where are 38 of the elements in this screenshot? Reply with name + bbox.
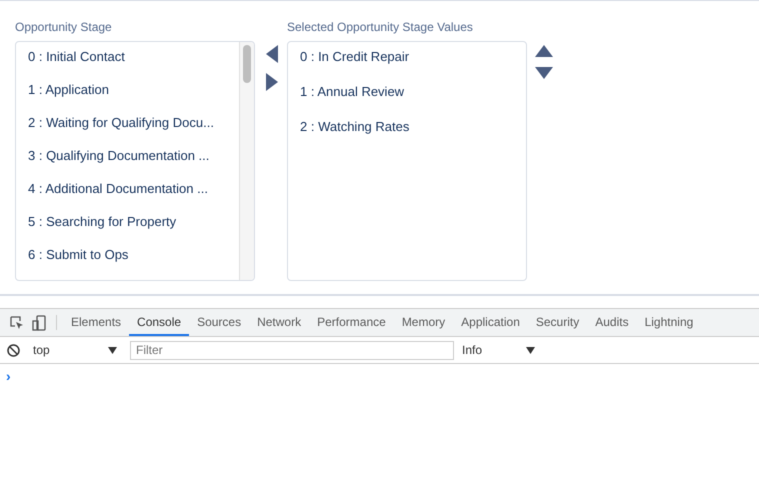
list-label: Selected Opportunity Stage Values bbox=[287, 19, 474, 36]
devtools-tab[interactable]: Security bbox=[528, 309, 588, 336]
list-label: Opportunity Stage bbox=[15, 19, 113, 36]
devtools-tab[interactable]: Memory bbox=[394, 309, 454, 336]
clear-icon[interactable] bbox=[7, 344, 20, 356]
listbox[interactable]: 0 : Initial Contact 1 : Application 2 : Waiting for Qualifying Docu... 3 : Qualifying Documentation ... 4 : Additional Documentation ... 5 : Searching for Property 6 : Submit to Ops bbox=[15, 41, 255, 281]
inspect-icon[interactable] bbox=[10, 316, 24, 330]
list-option[interactable]: 2 : Waiting for Qualifying Docu... bbox=[28, 115, 239, 148]
devtools-tab[interactable]: Elements bbox=[63, 309, 130, 336]
scrollbar[interactable] bbox=[239, 42, 254, 280]
list-option[interactable]: 1 : Annual Review bbox=[300, 84, 526, 119]
caret-icon bbox=[108, 346, 117, 354]
level-select[interactable]: Info bbox=[462, 343, 535, 357]
devtools-tab[interactable]: Network bbox=[249, 309, 310, 336]
move-right-icon[interactable] bbox=[266, 73, 278, 91]
device-icon[interactable] bbox=[32, 314, 46, 330]
list-option[interactable]: 2 : Watching Rates bbox=[300, 119, 526, 154]
devtools-tab[interactable]: Application bbox=[453, 309, 528, 336]
console-prompt: › bbox=[6, 368, 12, 384]
list-option[interactable]: 6 : Submit to Ops bbox=[28, 247, 239, 280]
list-option[interactable]: 0 : Initial Contact bbox=[28, 49, 239, 82]
devtools-tab[interactable]: Console bbox=[129, 309, 190, 336]
filter-field[interactable]: Filter bbox=[130, 340, 454, 360]
list-option[interactable]: 4 : Additional Documentation ... bbox=[28, 181, 239, 214]
list-option[interactable]: 5 : Searching for Property bbox=[28, 214, 239, 247]
context-select[interactable]: top bbox=[33, 343, 117, 357]
caret-icon bbox=[526, 346, 535, 354]
list-option[interactable]: 1 : Application bbox=[28, 82, 239, 115]
devtools-tab[interactable]: Lightning bbox=[636, 309, 702, 336]
listbox[interactable]: 0 : In Credit Repair 1 : Annual Review 2 : Watching Rates bbox=[287, 41, 527, 281]
move-up-icon[interactable] bbox=[535, 45, 553, 57]
move-down-icon[interactable] bbox=[535, 67, 553, 79]
move-left-icon[interactable] bbox=[266, 45, 278, 63]
devtools-tab[interactable]: Audits bbox=[587, 309, 637, 336]
devtools-tab[interactable]: Sources bbox=[189, 309, 250, 336]
list-option[interactable]: 0 : In Credit Repair bbox=[300, 49, 526, 84]
devtools-tab[interactable]: Performance bbox=[309, 309, 394, 336]
list-option[interactable]: 3 : Qualifying Documentation ... bbox=[28, 148, 239, 181]
